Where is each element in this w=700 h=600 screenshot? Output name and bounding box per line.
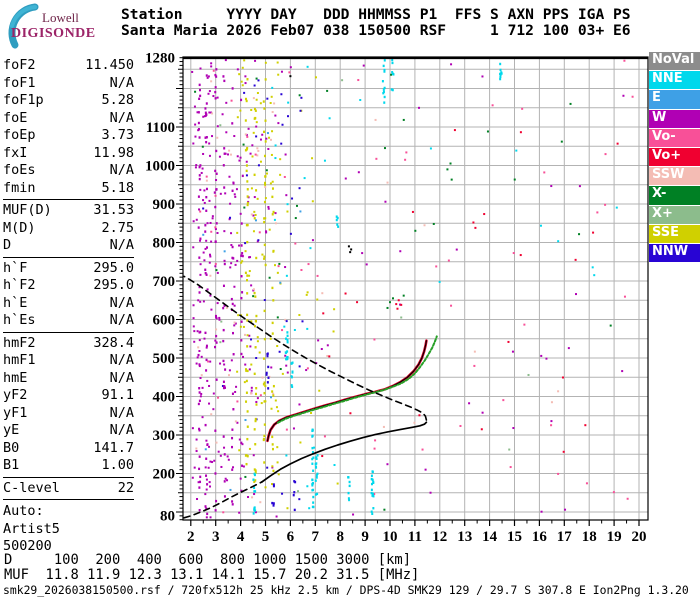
x-tick-label: 20 [632,529,647,545]
x-tick-label: 11 [408,529,422,545]
y-tick-label: 200 [153,467,176,483]
x-tick-label: 15 [507,529,522,545]
legend-item-NoVal: NoVal [649,52,700,71]
x-tick-label: 3 [212,529,220,545]
y-tick-label: 1280 [145,51,175,67]
x-tick-label: 2 [187,529,195,545]
legend-item-Vo-: Vo- [649,128,700,147]
y-tick-label: 800 [153,236,176,252]
x-tick-label: 12 [432,529,447,545]
echo-noise-points [191,58,634,519]
ionogram-plot: 2 3 4 5 6 7 8 9 10 11 12 13 14 15 16 17 18 19 20 1280 1100 10… [145,51,649,545]
legend-item-Vo+: Vo+ [649,147,700,167]
trace-artist-fitted-trace [266,340,427,442]
x-tick-label: 4 [237,529,245,545]
y-tick-label: 900 [153,197,176,213]
legend-item-X-: X- [649,186,700,205]
legend-item-W: W [649,109,700,128]
traces [183,275,438,519]
y-tick-label: 500 [153,351,176,367]
legend-item-SSE: SSE [649,224,700,243]
legend-item-X+: X+ [649,205,700,224]
legend-item-NNW: NNW [649,243,700,263]
x-tick-label: 9 [361,529,369,545]
y-tick-label: 1100 [146,120,175,136]
distance-table-row: D 100 200 400 600 800 1000 1500 3000 [km… [4,552,412,568]
x-tick-label: 10 [383,529,398,545]
x-tick-label: 19 [607,529,622,545]
trace-x-trace-virtual-height [276,335,438,424]
x-tick-label: 16 [532,529,548,545]
muf-table-row: MUF 11.8 11.9 12.3 13.1 14.1 15.7 20.2 3… [4,567,420,583]
legend-item-SSW: SSW [649,167,700,186]
y-tick-label: 300 [153,428,176,444]
status-line: smk29_2026038150500.rsf / 720fx512h 25 k… [3,583,689,597]
x-tick-label: 6 [287,529,295,545]
trace-o-trace-virtual-height [266,339,428,443]
digisonde-ionogram-viewer: Lowell DIGISONDE Station YYYY DAY DDD HH… [0,0,700,600]
plot-frame [182,56,649,521]
x-tick-label: 17 [557,529,573,545]
legend-item-E: E [649,90,700,109]
y-tick-label: 80 [160,509,175,525]
y-tick-label: 700 [153,274,176,290]
y-tick-label: 600 [153,313,176,329]
echo-direction-legend: NoVal NNE E W Vo- Vo+ SSW X- X+ SSE NNW [649,52,700,263]
x-tick-label: 8 [336,529,344,545]
x-tick-label: 5 [262,529,270,545]
y-tick-label: 400 [153,390,176,406]
legend-item-NNE: NNE [649,71,700,90]
x-tick-label: 14 [482,529,498,545]
x-tick-label: 13 [457,529,472,545]
x-tick-label: 7 [312,529,320,545]
x-tick-label: 18 [582,529,597,545]
y-tick-label: 1000 [145,159,175,175]
